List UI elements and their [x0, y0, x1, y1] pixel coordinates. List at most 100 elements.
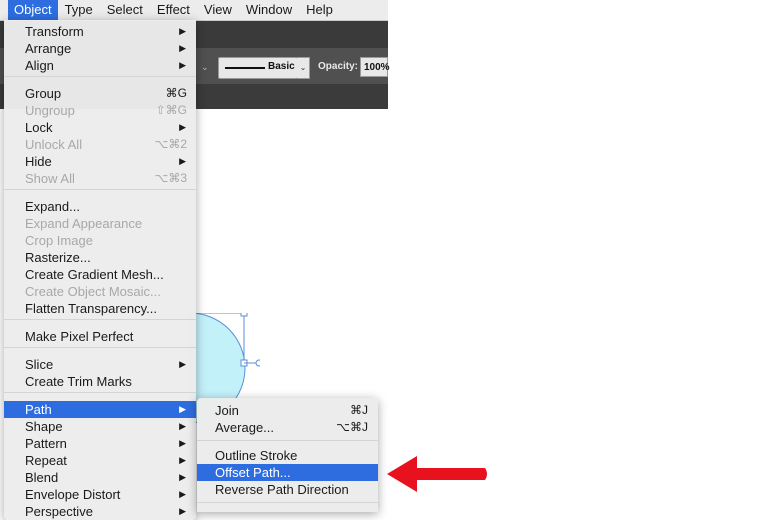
- menu-item-pattern[interactable]: Pattern ▶: [4, 435, 196, 452]
- menu-item-slice[interactable]: Slice ▶: [4, 356, 196, 373]
- rotate-handle: [255, 359, 260, 367]
- submenu-separator: [197, 502, 378, 503]
- menu-separator: [4, 319, 196, 320]
- menu-select[interactable]: Select: [100, 0, 150, 20]
- menu-item-label: Expand...: [25, 199, 80, 214]
- submenu-item-average[interactable]: Average... ⌥⌘J: [197, 419, 378, 436]
- menu-item-label: Expand Appearance: [25, 216, 143, 231]
- submenu-arrow-icon: ▶: [179, 404, 186, 414]
- menu-item-expand[interactable]: Expand...: [4, 198, 196, 215]
- path-submenu: Join ⌘J Average... ⌥⌘J Outline Stroke Offset …: [197, 398, 378, 512]
- submenu-arrow-icon: ▶: [179, 122, 186, 132]
- stroke-style-dropdown[interactable]: Basic: [218, 57, 298, 79]
- submenu-item-label: Offset Path...: [215, 465, 291, 480]
- submenu-arrow-icon: ▶: [179, 438, 186, 448]
- menu-item-expand-appearance: Expand Appearance: [4, 215, 196, 232]
- submenu-item-label: Average...: [215, 420, 275, 435]
- submenu-arrow-icon: ▶: [179, 421, 186, 431]
- submenu-item-label: Join: [215, 403, 239, 418]
- submenu-item-shortcut: ⌘J: [350, 403, 368, 417]
- annotation-arrow-icon: [387, 456, 487, 492]
- menu-item-label: Group: [25, 86, 62, 101]
- menu-item-create-gradient-mesh[interactable]: Create Gradient Mesh...: [4, 266, 196, 283]
- opacity-input[interactable]: 100%: [360, 57, 390, 77]
- menu-item-transform[interactable]: Transform ▶: [4, 23, 196, 40]
- menu-window[interactable]: Window: [239, 0, 299, 20]
- submenu-arrow-icon: ▶: [179, 489, 186, 499]
- menu-effect[interactable]: Effect: [150, 0, 197, 20]
- menu-object[interactable]: Object: [8, 0, 58, 20]
- menu-view[interactable]: View: [197, 0, 239, 20]
- bounding-box-handle: [240, 313, 248, 317]
- menu-item-shortcut: ⇧⌘G: [155, 103, 187, 117]
- menu-item-shortcut: ⌥⌘3: [154, 171, 187, 185]
- menu-item-shortcut: ⌘G: [165, 86, 187, 100]
- menu-item-label: Create Trim Marks: [25, 374, 132, 389]
- opacity-label: Opacity:: [318, 61, 359, 72]
- menu-item-label: Create Object Mosaic...: [25, 284, 161, 299]
- menu-item-unlock-all: Unlock All ⌥⌘2: [4, 136, 196, 153]
- submenu-item-shortcut: ⌥⌘J: [336, 420, 368, 434]
- menu-item-label: Blend: [25, 470, 59, 485]
- menu-item-hide[interactable]: Hide ▶: [4, 153, 196, 170]
- menu-item-label: Ungroup: [25, 103, 75, 118]
- submenu-arrow-icon: ▶: [179, 43, 186, 53]
- menu-item-label: Pattern: [25, 436, 67, 451]
- submenu-arrow-icon: ▶: [179, 156, 186, 166]
- menu-item-lock[interactable]: Lock ▶: [4, 119, 196, 136]
- submenu-item-join[interactable]: Join ⌘J: [197, 402, 378, 419]
- menu-item-make-pixel-perfect[interactable]: Make Pixel Perfect: [4, 328, 196, 345]
- menu-separator: [4, 189, 196, 190]
- menu-item-shortcut: ⌥⌘2: [154, 137, 187, 151]
- submenu-arrow-icon: ▶: [179, 455, 186, 465]
- submenu-separator: [197, 440, 378, 441]
- menu-separator: [4, 392, 196, 393]
- submenu-item-label: Outline Stroke: [215, 448, 298, 463]
- submenu-arrow-icon: ▶: [179, 60, 186, 70]
- submenu-item-outline-stroke[interactable]: Outline Stroke: [197, 447, 378, 464]
- menu-item-label: Shape: [25, 419, 63, 434]
- menu-item-label: Hide: [25, 154, 52, 169]
- submenu-arrow-icon: ▶: [179, 472, 186, 482]
- menu-item-label: Arrange: [25, 41, 72, 56]
- menu-item-label: Path: [25, 402, 52, 417]
- menu-item-label: Show All: [25, 171, 75, 186]
- menu-item-label: Crop Image: [25, 233, 93, 248]
- stroke-style-label: Basic: [268, 61, 295, 72]
- menu-item-ungroup: Ungroup ⇧⌘G: [4, 102, 196, 119]
- menu-item-label: Repeat: [25, 453, 67, 468]
- menu-item-envelope-distort[interactable]: Envelope Distort ▶: [4, 486, 196, 503]
- stroke-style-chevron-icon[interactable]: ⌄: [297, 57, 310, 79]
- menu-item-label: Envelope Distort: [25, 487, 121, 502]
- object-menu: Transform ▶ Arrange ▶ Align ▶ Group ⌘G Ungroup ⇧⌘…: [4, 20, 196, 520]
- submenu-item-offset-path[interactable]: Offset Path...: [197, 464, 378, 481]
- submenu-arrow-icon: ▶: [179, 359, 186, 369]
- submenu-item-label: Reverse Path Direction: [215, 482, 349, 497]
- menu-item-align[interactable]: Align ▶: [4, 57, 196, 74]
- menu-item-group[interactable]: Group ⌘G: [4, 85, 196, 102]
- menu-item-flatten-transparency[interactable]: Flatten Transparency...: [4, 300, 196, 317]
- menu-item-shape[interactable]: Shape ▶: [4, 418, 196, 435]
- menu-help[interactable]: Help: [299, 0, 340, 20]
- menu-item-label: Flatten Transparency...: [25, 301, 157, 316]
- menu-item-rasterize[interactable]: Rasterize...: [4, 249, 196, 266]
- menu-item-create-object-mosaic: Create Object Mosaic...: [4, 283, 196, 300]
- menu-item-repeat[interactable]: Repeat ▶: [4, 452, 196, 469]
- menu-separator: [4, 347, 196, 348]
- menu-item-label: Lock: [25, 120, 53, 135]
- stroke-line-preview: [225, 67, 265, 69]
- submenu-item-reverse-path-direction[interactable]: Reverse Path Direction: [197, 481, 378, 498]
- menu-item-blend[interactable]: Blend ▶: [4, 469, 196, 486]
- menu-item-arrange[interactable]: Arrange ▶: [4, 40, 196, 57]
- menu-item-label: Slice: [25, 357, 54, 372]
- menu-item-label: Create Gradient Mesh...: [25, 267, 164, 282]
- chevron-down-icon[interactable]: ⌄: [201, 62, 209, 73]
- menu-item-label: Unlock All: [25, 137, 83, 152]
- menu-separator: [4, 76, 196, 77]
- menu-item-create-trim-marks[interactable]: Create Trim Marks: [4, 373, 196, 390]
- menu-type[interactable]: Type: [58, 0, 100, 20]
- menu-item-path[interactable]: Path ▶: [4, 401, 196, 418]
- menu-item-label: Rasterize...: [25, 250, 91, 265]
- menu-item-label: Make Pixel Perfect: [25, 329, 134, 344]
- menu-item-label: Transform: [25, 24, 84, 39]
